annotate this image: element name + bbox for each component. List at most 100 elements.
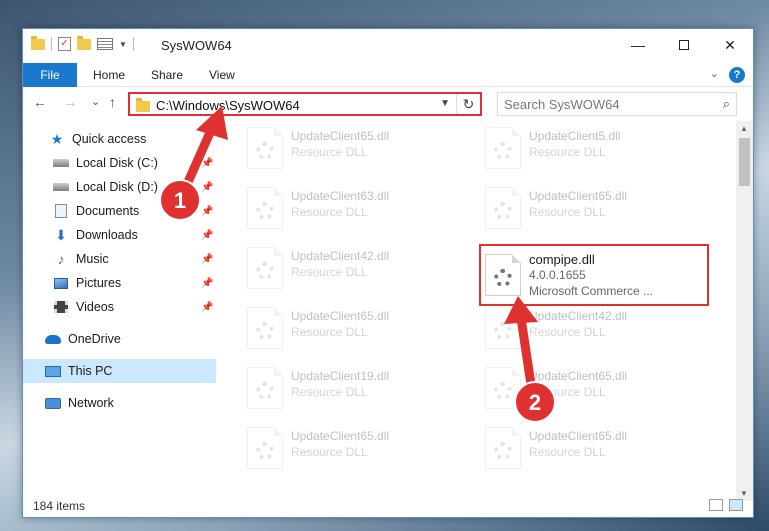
file-name: UpdateClient42.dll — [529, 309, 628, 323]
window-title: SysWOW64 — [161, 38, 232, 53]
refresh-button[interactable]: ↻ — [456, 94, 480, 114]
back-button[interactable]: ← — [33, 94, 47, 110]
file-explorer-window: ✓ ▼ SysWOW64 — ✕ File Home Share View ⌄ … — [22, 28, 754, 518]
sidebar-item-label: Downloads — [76, 228, 138, 242]
expand-ribbon-icon[interactable]: ⌄ — [710, 67, 719, 80]
forward-button[interactable]: → — [63, 94, 77, 110]
file-type: Resource DLL — [291, 265, 368, 279]
sidebar-item-videos[interactable]: Videos 📌 — [23, 295, 216, 319]
download-icon: ⬇ — [55, 226, 67, 243]
sidebar-item-quick-access[interactable]: ★ Quick access — [23, 127, 216, 151]
chevron-down-icon[interactable]: ▼ — [119, 40, 127, 49]
tab-share[interactable]: Share — [151, 68, 183, 82]
sidebar-item-onedrive[interactable]: OneDrive — [23, 327, 216, 351]
file-type: Resource DLL — [291, 205, 368, 219]
address-path: C:\Windows\SysWOW64 — [156, 98, 300, 113]
folder-icon[interactable] — [31, 35, 45, 50]
file-tile[interactable]: UpdateClient5.dll Resource DLL — [481, 121, 711, 173]
close-button[interactable]: ✕ — [707, 29, 753, 61]
dll-file-icon — [247, 187, 283, 229]
file-version: 4.0.0.1655 — [529, 268, 586, 282]
pin-icon: 📌 — [201, 253, 214, 265]
sidebar-item-network[interactable]: Network — [23, 391, 216, 415]
new-folder-icon[interactable] — [77, 35, 91, 50]
maximize-button[interactable] — [661, 29, 707, 61]
navigation-pane: ★ Quick access Local Disk (C:) 📌 Local D… — [23, 121, 216, 501]
tab-home[interactable]: Home — [93, 68, 125, 82]
properties-check-icon[interactable]: ✓ — [58, 37, 71, 51]
gear-icon — [256, 202, 274, 220]
file-name: UpdateClient65.dll — [291, 309, 390, 323]
file-tile[interactable]: UpdateClient63.dll Resource DLL — [243, 181, 473, 233]
file-tile[interactable]: UpdateClient42.dll Resource DLL — [243, 241, 473, 293]
status-bar: 184 items — [23, 495, 753, 517]
pin-icon: 📌 — [201, 205, 214, 217]
file-name: UpdateClient65.dll — [529, 189, 628, 203]
file-type: Resource DLL — [529, 385, 606, 399]
chevron-down-icon[interactable]: ▼ — [440, 98, 450, 109]
toolbar-divider — [132, 37, 134, 51]
file-tile[interactable]: UpdateClient42.dll Resource DLL — [481, 301, 711, 353]
gear-icon — [494, 442, 512, 460]
gear-icon — [256, 142, 274, 160]
sidebar-item-pictures[interactable]: Pictures 📌 — [23, 271, 216, 295]
help-icon[interactable]: ? — [729, 67, 745, 83]
vertical-scrollbar[interactable]: ▲ ▼ — [736, 121, 753, 501]
details-view-icon[interactable] — [709, 499, 723, 511]
dll-file-icon — [485, 187, 521, 229]
sidebar-item-label: OneDrive — [68, 332, 121, 346]
tab-view[interactable]: View — [209, 68, 235, 82]
scrollbar-thumb[interactable] — [739, 138, 750, 186]
file-tile[interactable]: UpdateClient65.dll Resource DLL — [243, 301, 473, 353]
file-name: UpdateClient5.dll — [529, 129, 621, 143]
up-button[interactable]: ↑ — [109, 94, 116, 110]
sidebar-item-music[interactable]: ♪ Music 📌 — [23, 247, 216, 271]
gear-icon — [256, 382, 274, 400]
sidebar-item-label: Music — [76, 252, 109, 266]
file-type: Resource DLL — [291, 445, 368, 459]
file-type: Resource DLL — [291, 145, 368, 159]
tiles-view-icon[interactable] — [729, 499, 743, 511]
file-tile[interactable]: UpdateClient65.dll Resource DLL — [481, 181, 711, 233]
file-type: Resource DLL — [529, 325, 606, 339]
gear-icon — [494, 142, 512, 160]
file-type: Resource DLL — [291, 385, 368, 399]
address-bar[interactable]: C:\Windows\SysWOW64 ▼ ↻ — [128, 92, 482, 116]
sidebar-item-local-disk-c[interactable]: Local Disk (C:) 📌 — [23, 151, 216, 175]
scroll-up-icon[interactable]: ▲ — [740, 124, 748, 133]
dll-file-icon — [247, 247, 283, 289]
file-name: UpdateClient65.dll — [291, 429, 390, 443]
sidebar-item-this-pc[interactable]: This PC — [23, 359, 216, 383]
search-input[interactable]: Search SysWOW64 ⌕ — [497, 92, 737, 116]
view-properties-icon[interactable] — [97, 38, 113, 50]
sidebar-item-downloads[interactable]: ⬇ Downloads 📌 — [23, 223, 216, 247]
sidebar-item-label: This PC — [68, 364, 113, 378]
file-tile[interactable]: UpdateClient19.dll Resource DLL — [243, 361, 473, 413]
file-tile[interactable]: UpdateClient65.dll Resource DLL — [243, 121, 473, 173]
file-tile[interactable]: UpdateClient65.dll Resource DLL — [243, 421, 473, 473]
file-name: UpdateClient65.dll — [529, 369, 628, 383]
navigation-bar: ← → ⌄ ↑ C:\Windows\SysWOW64 ▼ ↻ Search S… — [23, 87, 753, 119]
item-count: 184 items — [33, 499, 86, 513]
sidebar-item-label: Network — [68, 396, 114, 410]
sidebar-item-label: Pictures — [76, 276, 122, 290]
recent-locations-button[interactable]: ⌄ — [91, 95, 100, 108]
sidebar-item-documents[interactable]: Documents 📌 — [23, 199, 216, 223]
star-icon: ★ — [50, 130, 64, 147]
network-icon — [45, 396, 61, 410]
tab-file[interactable]: File — [23, 63, 77, 87]
disk-icon — [53, 180, 69, 194]
sidebar-item-local-disk-d[interactable]: Local Disk (D:) 📌 — [23, 175, 216, 199]
pin-icon: 📌 — [201, 229, 214, 241]
computer-icon — [45, 364, 61, 378]
minimize-button[interactable]: — — [615, 29, 661, 61]
file-tile[interactable]: UpdateClient65.dll Resource DLL — [481, 421, 711, 473]
dll-file-icon — [247, 127, 283, 169]
highlighted-file-tile[interactable]: compipe.dll 4.0.0.1655 Microsoft Commerc… — [479, 244, 709, 306]
ribbon-tabs: File Home Share View ⌄ ? — [23, 63, 753, 87]
file-tile[interactable]: UpdateClient65.dll Resource DLL — [481, 361, 711, 413]
file-description: Microsoft Commerce ... — [529, 284, 654, 298]
gear-icon — [256, 262, 274, 280]
file-name: UpdateClient63.dll — [291, 189, 390, 203]
toolbar-divider — [51, 37, 52, 51]
